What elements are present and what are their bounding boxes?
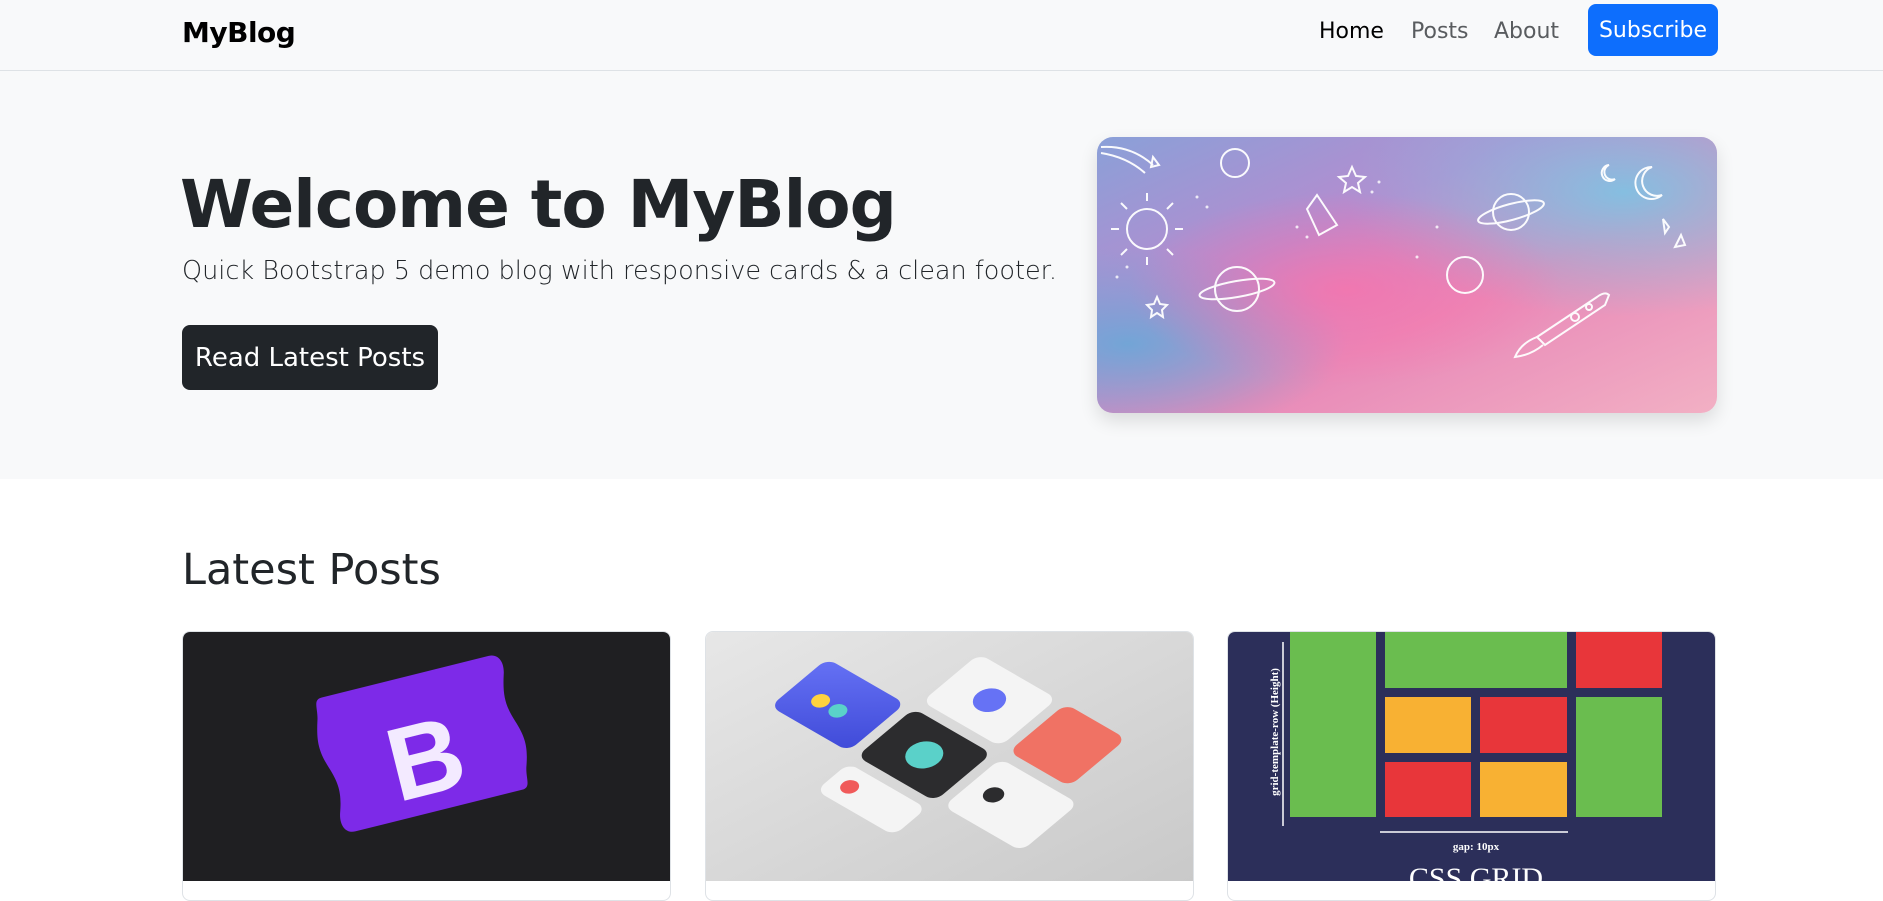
read-latest-posts-button[interactable]: Read Latest Posts — [182, 325, 438, 390]
post-card[interactable]: B — [182, 631, 671, 901]
grid-row-label: grid-template-row (Height) — [1269, 668, 1281, 796]
hero-subtitle: Quick Bootstrap 5 demo blog with respons… — [182, 256, 1057, 286]
hero-image — [1097, 137, 1717, 413]
nav-link-home[interactable]: Home — [1319, 19, 1384, 44]
nav-link-posts[interactable]: Posts — [1411, 19, 1469, 44]
bootstrap-logo: B — [183, 632, 670, 881]
hero-title: Welcome to MyBlog — [180, 166, 897, 243]
navbar: MyBlog Home Posts About Subscribe — [0, 0, 1883, 71]
subscribe-button[interactable]: Subscribe — [1588, 4, 1718, 56]
grid-gap-label: gap: 10px — [1453, 841, 1500, 853]
css-grid-diagram: grid-template-row (Height) gap: 10px CSS… — [1228, 632, 1715, 881]
sky-doodle-illustration — [1097, 137, 1717, 413]
css-grid-title: CSS GRID — [1409, 862, 1543, 881]
ui-cards-illustration — [706, 632, 1193, 881]
post-card[interactable]: grid-template-row (Height) gap: 10px CSS… — [1227, 631, 1716, 901]
latest-posts-heading: Latest Posts — [182, 545, 441, 595]
nav-link-about[interactable]: About — [1494, 19, 1559, 44]
hero-section: Welcome to MyBlog Quick Bootstrap 5 demo… — [0, 71, 1883, 479]
post-card[interactable] — [705, 631, 1194, 901]
